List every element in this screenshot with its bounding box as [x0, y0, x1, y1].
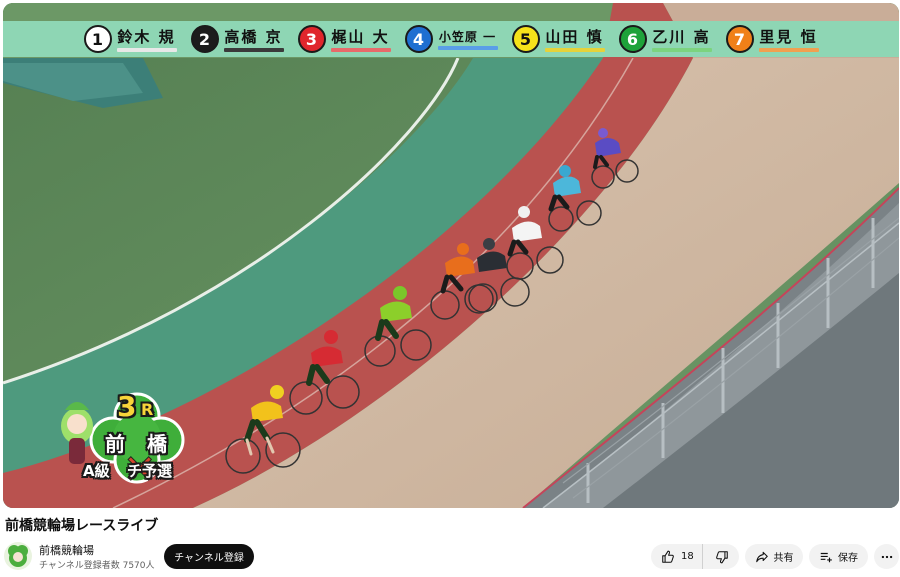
rider-4-underline	[437, 46, 498, 50]
rider-7-name: 里見 恒	[759, 28, 818, 46]
rider-3-underline	[330, 48, 391, 52]
save-label: 保存	[838, 553, 858, 564]
channel-avatar[interactable]	[4, 542, 32, 570]
venue-left: 前	[105, 432, 125, 456]
thumbs-up-icon	[661, 550, 675, 564]
subscribe-button[interactable]: チャンネル登録	[164, 544, 254, 569]
rider-1-underline	[116, 48, 177, 52]
share-arrow-icon	[755, 550, 769, 564]
race-unit: R	[141, 400, 154, 419]
rider-1-name: 鈴木 規	[117, 28, 176, 46]
rider-4: 4 小笠原 一	[404, 25, 498, 53]
rider-7: 7 里見 恒	[725, 25, 819, 53]
rider-4-number: 4	[404, 25, 433, 53]
save-button[interactable]: 保存	[809, 544, 868, 569]
rider-2-name: 高橋 京	[224, 28, 283, 46]
rider-3-name: 梶山 大	[331, 28, 390, 46]
rider-5-underline	[544, 48, 605, 52]
event-label: チ予選	[127, 462, 173, 480]
like-button[interactable]: 18	[651, 544, 703, 569]
rider-4-name: 小笠原 一	[438, 30, 497, 44]
rider-roster-bar: 1 鈴木 規 2 高橋 京 3 梶山 大 4 小笠原 一 5 山田 慎 6 乙川…	[3, 21, 899, 57]
add-to-playlist-icon	[819, 550, 833, 564]
rider-7-underline	[758, 48, 819, 52]
thumbs-down-icon	[715, 550, 729, 564]
rider-3-number: 3	[297, 25, 326, 53]
rider-5: 5 山田 慎	[511, 25, 605, 53]
rider-2: 2 高橋 京	[190, 25, 284, 53]
more-horizontal-icon	[880, 550, 894, 564]
video-player[interactable]: 1 鈴木 規 2 高橋 京 3 梶山 大 4 小笠原 一 5 山田 慎 6 乙川…	[3, 3, 899, 508]
more-actions-button[interactable]	[874, 544, 899, 569]
rider-1-number: 1	[83, 25, 112, 53]
like-dislike-group: 18	[651, 544, 739, 569]
class-label: A級	[83, 462, 110, 480]
rider-3: 3 梶山 大	[297, 25, 391, 53]
share-label: 共有	[773, 553, 794, 564]
rider-5-number: 5	[511, 25, 540, 53]
like-count: 18	[681, 551, 694, 562]
avatar-image	[8, 545, 28, 567]
rider-2-underline	[223, 48, 284, 52]
subscriber-count: チャンネル登録者数 7570人	[39, 561, 155, 571]
dislike-button[interactable]	[703, 544, 741, 569]
rider-2-number: 2	[190, 25, 219, 53]
rider-6-number: 6	[618, 25, 647, 53]
rider-1: 1 鈴木 規	[83, 25, 177, 53]
video-title: 前橋競輪場レースライブ	[5, 518, 159, 534]
venue-right: 橋	[147, 432, 167, 456]
channel-name[interactable]: 前橋競輪場	[39, 542, 94, 558]
rider-5-name: 山田 慎	[545, 28, 604, 46]
rider-6-underline	[651, 48, 712, 52]
race-badge: ✕ 3 R 前 橋 A級 チ予選	[55, 388, 205, 488]
race-number: 3	[117, 390, 137, 423]
rider-7-number: 7	[725, 25, 754, 53]
rider-6-name: 乙川 高	[652, 28, 711, 46]
share-button[interactable]: 共有	[745, 544, 803, 569]
rider-6: 6 乙川 高	[618, 25, 712, 53]
